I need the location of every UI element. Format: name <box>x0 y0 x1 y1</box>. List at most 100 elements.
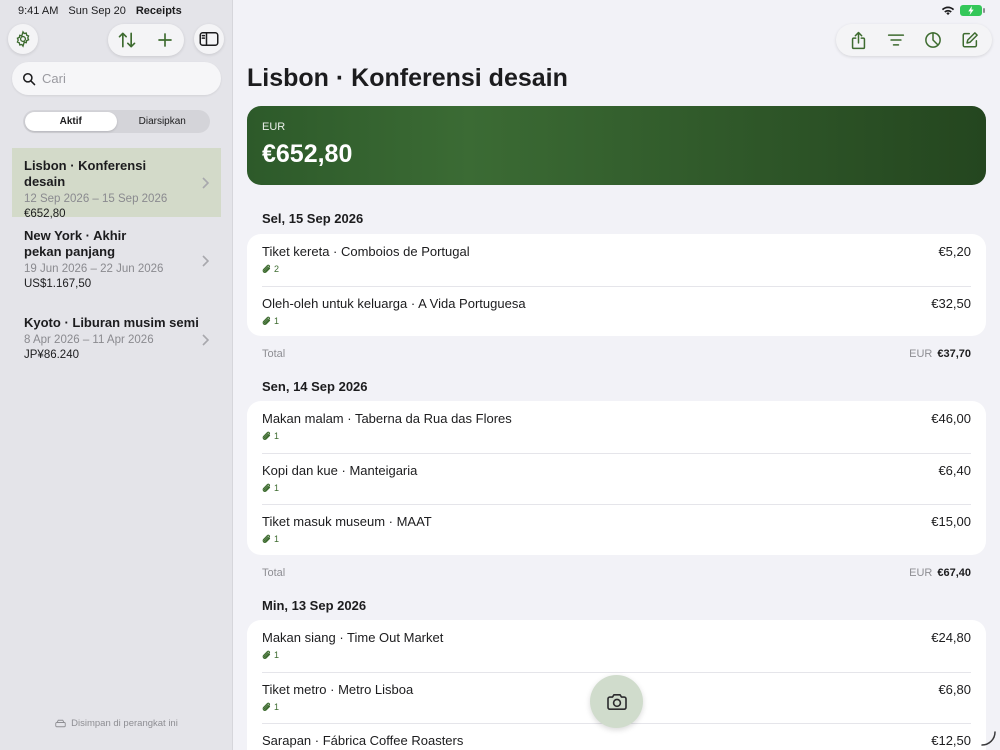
attachment-count: 1 <box>262 483 971 493</box>
resize-corner-icon <box>981 731 996 746</box>
hero-currency: EUR <box>262 121 286 133</box>
wifi-icon <box>941 6 955 16</box>
receipt-amount: €15,00 <box>931 514 971 529</box>
total-amount: €67,40 <box>937 567 971 579</box>
page-title: Lisbon · Konferensi desain <box>247 64 568 92</box>
trip-total-card: EUR €652,80 <box>247 106 986 185</box>
receipt-row[interactable]: Tiket masuk museum · MAAT €15,00 1 <box>247 504 986 555</box>
chevron-right-icon <box>202 176 209 189</box>
status-date: Sun Sep 20 <box>68 5 126 17</box>
receipt-row[interactable]: Makan malam · Taberna da Rua das Flores … <box>247 401 986 453</box>
total-amount: €37,70 <box>937 348 971 360</box>
total-currency: EUR <box>909 567 933 579</box>
trip-amount: US$1.167,50 <box>24 278 92 290</box>
receipt-title: Tiket masuk museum · MAAT <box>262 514 432 529</box>
receipt-title: Tiket kereta · Comboios de Portugal <box>262 244 470 259</box>
search-input[interactable]: Cari <box>42 71 66 86</box>
device-storage-icon <box>55 719 66 728</box>
share-button[interactable] <box>844 25 874 55</box>
day-total: Total EUR €37,70 <box>262 348 971 360</box>
paperclip-icon <box>262 650 271 659</box>
search-field[interactable]: Cari <box>12 62 221 95</box>
edit-button[interactable] <box>955 25 985 55</box>
day-header: Min, 13 Sep 2026 <box>262 598 367 613</box>
attachment-count: 1 <box>262 431 971 441</box>
receipt-card: Tiket kereta · Comboios de Portugal €5,2… <box>247 234 986 336</box>
plus-icon <box>158 33 172 47</box>
receipt-amount: €6,80 <box>938 681 971 697</box>
status-bar-right <box>941 5 985 16</box>
storage-note: Disimpan di perangkat ini <box>0 718 233 729</box>
camera-button[interactable] <box>590 675 643 728</box>
sidebar: 9:41 AM Sun Sep 20 Receipts Cari Aktif D… <box>0 0 233 750</box>
trip-list-item[interactable]: New York · Akhir pekan panjang 19 Jun 20… <box>12 218 221 304</box>
attachment-count: 2 <box>262 264 971 274</box>
receipt-amount: €12,50 <box>931 733 971 748</box>
paperclip-icon <box>262 316 271 325</box>
attachment-count-text: 1 <box>274 482 280 493</box>
day-header: Sen, 14 Sep 2026 <box>262 379 368 394</box>
attachment-count-text: 1 <box>274 315 280 326</box>
receipt-amount: €24,80 <box>931 630 971 645</box>
receipt-row[interactable]: Tiket kereta · Comboios de Portugal €5,2… <box>247 234 986 286</box>
segment-active[interactable]: Aktif <box>25 112 117 131</box>
trip-title: Lisbon · Konferensi desain <box>24 158 147 189</box>
hero-amount: €652,80 <box>262 140 353 168</box>
status-bar-left: 9:41 AM Sun Sep 20 Receipts <box>18 5 182 17</box>
chart-button[interactable] <box>918 25 948 55</box>
receipt-title: Oleh-oleh untuk keluarga · A Vida Portug… <box>262 295 526 311</box>
archive-segmented-control: Aktif Diarsipkan <box>23 110 210 133</box>
detail-toolbar <box>836 24 992 56</box>
receipt-title: Sarapan · Fábrica Coffee Roasters <box>262 733 464 748</box>
compose-icon <box>962 32 978 48</box>
battery-icon <box>960 5 985 16</box>
day-header: Sel, 15 Sep 2026 <box>262 211 364 226</box>
receipt-row[interactable]: Kopi dan kue · Manteigaria €6,40 1 <box>247 452 986 505</box>
trip-dates: 19 Jun 2026 – 22 Jun 2026 <box>24 263 164 275</box>
receipt-title: Makan malam · Taberna da Rua das Flores <box>262 411 512 426</box>
add-trip-button[interactable] <box>150 25 180 55</box>
attachment-count-text: 2 <box>274 264 280 274</box>
receipt-amount: €5,20 <box>938 244 971 259</box>
total-label: Total <box>262 567 286 579</box>
attachment-count: 1 <box>262 534 971 544</box>
trip-title: New York · Akhir pekan panjang <box>24 228 127 259</box>
receipt-title: Makan siang · Time Out Market <box>262 630 444 645</box>
chevron-right-icon <box>202 333 209 346</box>
attachment-count-text: 1 <box>274 701 280 712</box>
trip-amount: JP¥86.240 <box>24 349 79 361</box>
trip-list-item[interactable]: Kyoto · Liburan musim semi 8 Apr 2026 – … <box>12 305 221 374</box>
filter-button[interactable] <box>881 25 911 55</box>
receipt-row[interactable]: Makan siang · Time Out Market €24,80 1 <box>247 620 986 672</box>
receipt-title: Kopi dan kue · Manteigaria <box>262 462 418 478</box>
filter-lines-icon <box>887 34 904 46</box>
sidebar-toggle-icon <box>199 32 219 46</box>
total-label: Total <box>262 348 286 360</box>
pie-chart-icon <box>924 32 941 48</box>
sort-add-group <box>108 24 184 56</box>
day-total: Total EUR €67,40 <box>262 567 971 579</box>
receipt-row[interactable]: Oleh-oleh untuk keluarga · A Vida Portug… <box>247 285 986 337</box>
trip-list-item[interactable]: Lisbon · Konferensi desain 12 Sep 2026 –… <box>12 148 221 220</box>
paperclip-icon <box>262 431 271 440</box>
app-window: 9:41 AM Sun Sep 20 Receipts Cari Aktif D… <box>0 0 1000 750</box>
paperclip-icon <box>262 702 271 711</box>
receipt-card: Makan malam · Taberna da Rua das Flores … <box>247 401 986 555</box>
paperclip-icon <box>262 264 271 273</box>
attachment-count: 1 <box>262 650 971 660</box>
paperclip-icon <box>262 483 271 492</box>
trip-dates: 12 Sep 2026 – 15 Sep 2026 <box>24 193 168 205</box>
search-icon <box>22 72 36 85</box>
settings-button[interactable] <box>8 24 38 54</box>
attachment-count-text: 1 <box>274 431 280 441</box>
share-icon <box>851 31 866 49</box>
gear-icon <box>16 30 30 48</box>
camera-icon <box>606 693 627 710</box>
sort-arrows-icon <box>118 32 136 48</box>
segment-archived[interactable]: Diarsipkan <box>117 112 209 131</box>
sidebar-toggle-button[interactable] <box>194 24 224 54</box>
sort-button[interactable] <box>112 25 142 55</box>
receipt-amount: €32,50 <box>931 295 971 311</box>
attachment-count: 1 <box>262 316 971 326</box>
paperclip-icon <box>262 534 271 543</box>
